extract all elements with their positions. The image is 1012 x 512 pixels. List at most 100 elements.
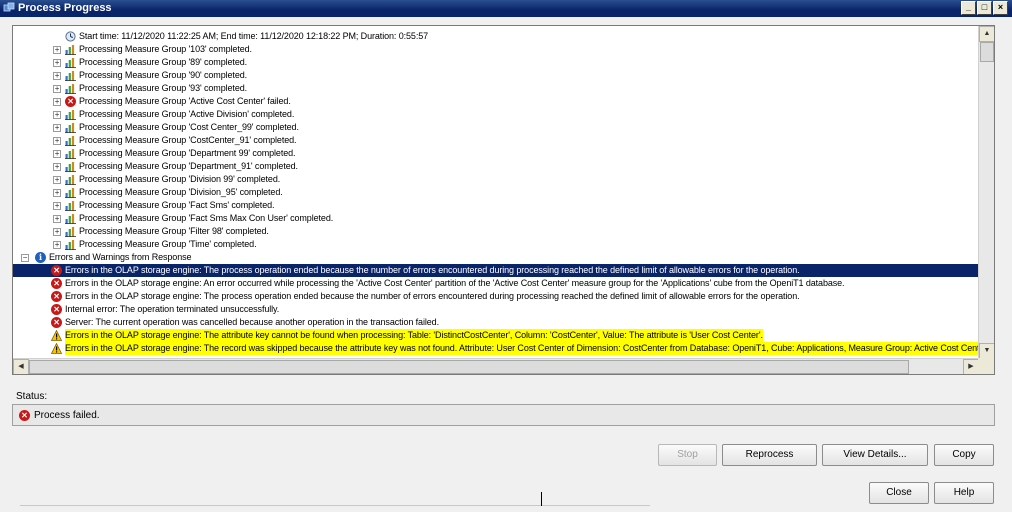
chart-icon: [65, 148, 76, 160]
tree-row[interactable]: + Processing Measure Group 'Department 99…: [13, 147, 979, 160]
chart-icon: [65, 109, 76, 121]
stop-button[interactable]: Stop: [658, 444, 717, 466]
error-icon: ✕: [51, 291, 62, 302]
tree-row-text: Start time: 11/12/2020 11:22:25 AM; End …: [79, 31, 429, 41]
horizontal-scrollbar[interactable]: ◀ ▶: [13, 358, 979, 374]
tree-row-text: Processing Measure Group 'Division_95' c…: [79, 187, 283, 197]
expand-icon[interactable]: +: [53, 72, 61, 80]
collapse-icon[interactable]: −: [21, 254, 29, 262]
tree-row[interactable]: + Processing Measure Group 'CostCenter_91…: [13, 134, 979, 147]
tree-row[interactable]: ✕ Errors in the OLAP storage engine: An e…: [13, 277, 979, 290]
tree-row[interactable]: + Processing Measure Group 'Fact Sms Max …: [13, 212, 979, 225]
scroll-down-button[interactable]: ▼: [979, 343, 994, 359]
chart-icon: [65, 226, 76, 238]
tree-row[interactable]: + Processing Measure Group 'Active Divisi…: [13, 108, 979, 121]
tree-row-text: Processing Measure Group '90' completed.: [79, 70, 248, 80]
expand-icon[interactable]: +: [53, 46, 61, 54]
tree-row[interactable]: ✕ Errors in the OLAP storage engine: The …: [13, 290, 979, 303]
expand-icon[interactable]: +: [53, 241, 61, 249]
tree-row[interactable]: + Processing Measure Group 'Filter 98' co…: [13, 225, 979, 238]
error-icon: ✕: [51, 265, 62, 276]
title-bar: Process Progress _ □ ×: [0, 0, 1012, 17]
clock-icon: [65, 31, 76, 42]
tree-row[interactable]: + Processing Measure Group '90' completed…: [13, 69, 979, 82]
expand-icon[interactable]: +: [53, 59, 61, 67]
close-button[interactable]: Close: [869, 482, 929, 504]
tree-row-text: Internal error: The operation terminated…: [65, 304, 280, 314]
tree-row-text: Processing Measure Group 'Department 99'…: [79, 148, 296, 158]
tree-row[interactable]: − i Errors and Warnings from Response: [13, 251, 979, 264]
scroll-up-button[interactable]: ▲: [979, 26, 994, 42]
close-window-button[interactable]: ×: [993, 1, 1008, 15]
tree-row[interactable]: ✕ Internal error: The operation terminate…: [13, 303, 979, 316]
progress-tree[interactable]: Start time: 11/12/2020 11:22:25 AM; End …: [12, 25, 995, 375]
expand-icon[interactable]: +: [53, 85, 61, 93]
window-controls: _ □ ×: [961, 1, 1008, 15]
text-cursor-icon: [541, 492, 542, 506]
tree-row-text: Errors and Warnings from Response: [49, 252, 192, 262]
horizontal-scroll-thumb[interactable]: [29, 360, 909, 374]
tree-row-text: Processing Measure Group '103' completed…: [79, 44, 252, 54]
tree-row[interactable]: + Processing Measure Group 'Department_91…: [13, 160, 979, 173]
tree-row-text: Processing Measure Group 'Active Cost Ce…: [79, 96, 291, 106]
expand-icon[interactable]: +: [53, 124, 61, 132]
status-text: Process failed.: [34, 410, 100, 421]
chart-icon: [65, 57, 76, 69]
tree-row[interactable]: + ✕ Processing Measure Group 'Active Cost …: [13, 95, 979, 108]
tree-row[interactable]: + Processing Measure Group '103' complete…: [13, 43, 979, 56]
tree-row[interactable]: Start time: 11/12/2020 11:22:25 AM; End …: [13, 30, 979, 43]
tree-row[interactable]: ✕ Errors in the OLAP storage engine: The …: [13, 264, 979, 277]
error-icon: ✕: [51, 278, 62, 289]
tree-row-text: Processing Measure Group 'Filter 98' com…: [79, 226, 269, 236]
expand-icon[interactable]: +: [53, 215, 61, 223]
tree-row-text: Processing Measure Group 'CostCenter_91'…: [79, 135, 297, 145]
tree-row[interactable]: Errors in the OLAP storage engine: The r…: [13, 342, 979, 355]
tree-row-text: Processing Measure Group 'Department_91'…: [79, 161, 298, 171]
scroll-right-button[interactable]: ▶: [963, 359, 979, 374]
reprocess-button[interactable]: Reprocess: [722, 444, 817, 466]
expand-icon[interactable]: +: [53, 111, 61, 119]
tree-content: Start time: 11/12/2020 11:22:25 AM; End …: [13, 26, 979, 359]
expand-icon[interactable]: +: [53, 202, 61, 210]
tree-row[interactable]: + Processing Measure Group '93' completed…: [13, 82, 979, 95]
chart-icon: [65, 70, 76, 82]
copy-button[interactable]: Copy: [934, 444, 994, 466]
expand-icon[interactable]: +: [53, 189, 61, 197]
tree-row-text: Errors in the OLAP storage engine: The a…: [65, 329, 763, 342]
view-details-button[interactable]: View Details...: [822, 444, 928, 466]
tree-row-text: Errors in the OLAP storage engine: The p…: [65, 265, 800, 275]
minimize-button[interactable]: _: [961, 1, 976, 15]
expand-icon[interactable]: +: [53, 98, 61, 106]
tree-row-text: Processing Measure Group 'Fact Sms Max C…: [79, 213, 334, 223]
tree-row[interactable]: Errors in the OLAP storage engine: The a…: [13, 329, 979, 342]
maximize-button[interactable]: □: [977, 1, 992, 15]
tree-row[interactable]: + Processing Measure Group 'Cost Center_9…: [13, 121, 979, 134]
error-icon: ✕: [19, 410, 30, 421]
expand-icon[interactable]: +: [53, 150, 61, 158]
error-icon: ✕: [65, 96, 76, 107]
tree-row[interactable]: + Processing Measure Group '89' completed…: [13, 56, 979, 69]
tree-row-text: Errors in the OLAP storage engine: An er…: [65, 278, 845, 288]
expand-icon[interactable]: +: [53, 137, 61, 145]
expand-icon[interactable]: +: [53, 176, 61, 184]
tree-row[interactable]: + Processing Measure Group 'Fact Sms' com…: [13, 199, 979, 212]
tree-row[interactable]: + Processing Measure Group 'Division_95' …: [13, 186, 979, 199]
scroll-left-button[interactable]: ◀: [13, 359, 29, 374]
tree-row[interactable]: + Processing Measure Group 'Time' complet…: [13, 238, 979, 251]
chart-icon: [65, 239, 76, 251]
error-icon: ✕: [51, 304, 62, 315]
tree-row-text: Server: The current operation was cancel…: [65, 317, 439, 327]
vertical-scroll-thumb[interactable]: [980, 42, 994, 62]
tree-row-text: Processing Measure Group 'Time' complete…: [79, 239, 257, 249]
expand-icon[interactable]: +: [53, 163, 61, 171]
help-button[interactable]: Help: [934, 482, 994, 504]
vertical-scrollbar[interactable]: ▲ ▼: [978, 26, 994, 359]
info-icon: i: [35, 252, 46, 263]
window-title: Process Progress: [18, 2, 112, 14]
tree-row-text: Errors in the OLAP storage engine: The p…: [65, 291, 800, 301]
app-icon: [3, 2, 15, 12]
tree-row[interactable]: ✕ Server: The current operation was cance…: [13, 316, 979, 329]
chart-icon: [65, 187, 76, 199]
tree-row[interactable]: + Processing Measure Group 'Division 99' …: [13, 173, 979, 186]
expand-icon[interactable]: +: [53, 228, 61, 236]
